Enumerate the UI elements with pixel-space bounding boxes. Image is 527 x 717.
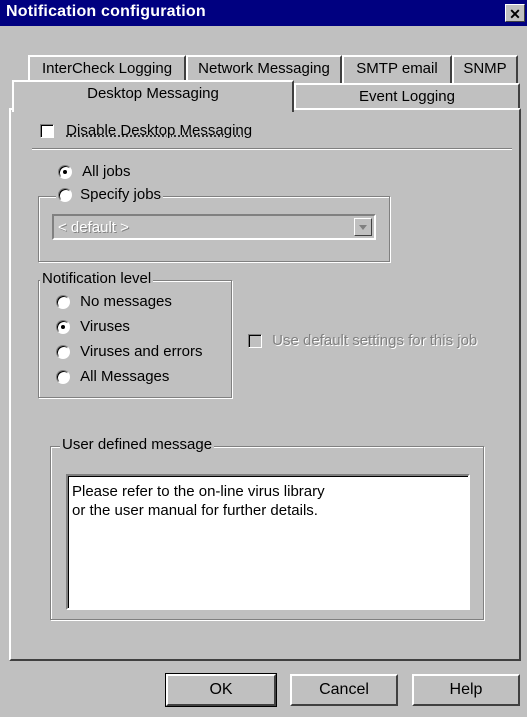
level-option-viruses-errors[interactable]: Viruses and errors	[56, 343, 202, 360]
user-message-textarea[interactable]: Please refer to the on-line virus librar…	[66, 474, 470, 610]
title-bar[interactable]: Notification configuration ✕	[0, 0, 527, 26]
window-title: Notification configuration	[6, 3, 206, 20]
disable-desktop-checkbox-row[interactable]: Disable Desktop Messaging	[40, 122, 252, 139]
level-option-all-messages[interactable]: All Messages	[56, 368, 169, 385]
all-jobs-label: All jobs	[82, 163, 131, 180]
disable-desktop-label: Disable Desktop Messaging	[66, 122, 253, 139]
help-button[interactable]: Help	[412, 674, 520, 706]
level-option-viruses[interactable]: Viruses	[56, 318, 130, 335]
disable-desktop-checkbox[interactable]	[40, 124, 54, 139]
chevron-down-icon[interactable]	[354, 218, 372, 236]
tab-label: Network Messaging	[198, 60, 330, 77]
close-icon[interactable]: ✕	[505, 4, 525, 22]
tab-label: Desktop Messaging	[87, 85, 219, 102]
tab-intercheck-logging[interactable]: InterCheck Logging	[28, 55, 186, 83]
level-label: All Messages	[80, 368, 170, 385]
message-line: Please refer to the on-line virus librar…	[72, 483, 325, 500]
tab-label: SMTP email	[356, 60, 438, 77]
tab-snmp[interactable]: SNMP	[452, 55, 518, 83]
user-message-legend: User defined message	[60, 436, 215, 453]
use-default-label: Use default settings for this job	[272, 332, 478, 349]
tab-label: Event Logging	[359, 88, 455, 105]
use-default-checkbox-row[interactable]: Use default settings for this job	[248, 332, 477, 349]
tab-label: SNMP	[463, 60, 507, 77]
tab-desktop-messaging[interactable]: Desktop Messaging	[12, 80, 294, 112]
use-default-checkbox[interactable]	[248, 334, 262, 349]
all-jobs-radio-row[interactable]: All jobs	[58, 163, 131, 180]
dialog-window: Notification configuration ✕ InterCheck …	[0, 0, 527, 717]
notification-level-legend: Notification level	[40, 270, 154, 287]
level-radio[interactable]	[56, 345, 70, 360]
tab-event-logging[interactable]: Event Logging	[294, 83, 520, 109]
level-radio[interactable]	[56, 320, 70, 335]
tab-smtp-email[interactable]: SMTP email	[342, 55, 452, 83]
level-radio[interactable]	[56, 370, 70, 385]
specify-jobs-radio[interactable]	[58, 188, 72, 203]
jobs-combo-value: < default >	[58, 219, 129, 236]
message-line: or the user manual for further details.	[72, 502, 318, 519]
cancel-button[interactable]: Cancel	[290, 674, 398, 706]
level-label: Viruses	[80, 318, 130, 335]
tab-network-messaging[interactable]: Network Messaging	[186, 55, 342, 83]
specify-jobs-radio-row[interactable]: Specify jobs	[56, 186, 164, 203]
all-jobs-radio[interactable]	[58, 165, 72, 180]
level-option-no-messages[interactable]: No messages	[56, 293, 172, 310]
ok-button[interactable]: OK	[165, 673, 277, 707]
specify-jobs-label: Specify jobs	[80, 186, 162, 203]
level-label: Viruses and errors	[80, 343, 203, 360]
separator	[32, 148, 512, 150]
level-radio[interactable]	[56, 295, 70, 310]
tab-label: InterCheck Logging	[41, 60, 173, 77]
level-label: No messages	[80, 293, 172, 310]
jobs-combo[interactable]: < default >	[52, 214, 376, 240]
